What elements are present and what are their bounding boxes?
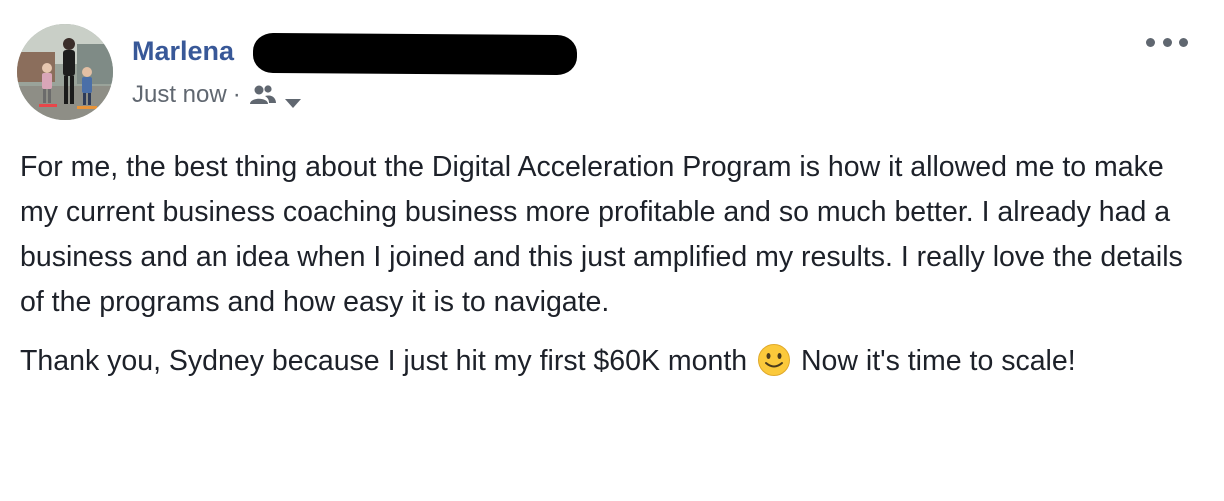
more-options-icon[interactable]: [1146, 30, 1188, 54]
post-meta: Just now ·: [132, 80, 302, 110]
avatar-photo: [17, 24, 113, 120]
smiley-emoji-icon: [757, 343, 791, 377]
post-paragraph: Thank you, Sydney because I just hit my …: [20, 339, 1200, 384]
post-text: Thank you, Sydney because I just hit my …: [20, 345, 748, 377]
post-body: For me, the best thing about the Digital…: [20, 145, 1200, 384]
more-dot: [1179, 37, 1188, 47]
redaction-mark: [252, 32, 578, 76]
chevron-down-icon[interactable]: [284, 89, 302, 108]
post-text: Now it's time to scale!: [800, 345, 1076, 377]
author-name[interactable]: Marlena: [132, 34, 234, 68]
friends-icon[interactable]: [248, 83, 278, 107]
more-dot: [1162, 37, 1172, 47]
more-dot: [1146, 37, 1155, 47]
avatar[interactable]: [17, 24, 113, 120]
post-paragraph: For me, the best thing about the Digital…: [20, 151, 1183, 318]
meta-separator: ·: [232, 81, 241, 108]
timestamp[interactable]: Just now: [132, 81, 227, 109]
facebook-post: Marlena Just now · For me, the best thin…: [0, 0, 1224, 501]
